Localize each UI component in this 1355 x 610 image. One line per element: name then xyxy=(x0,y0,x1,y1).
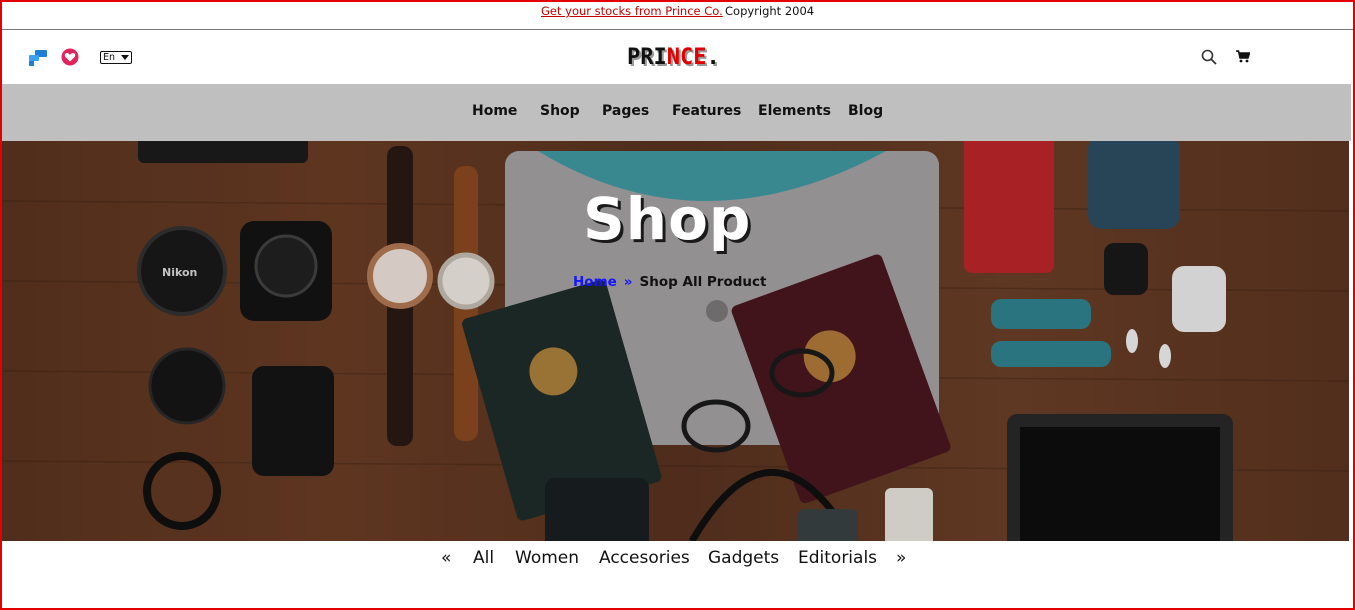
language-select[interactable]: En xyxy=(100,51,132,64)
share-icon[interactable] xyxy=(28,49,48,67)
tabs-prev-arrow[interactable]: « xyxy=(441,548,451,568)
chevron-down-icon xyxy=(121,55,129,60)
tab-editorials[interactable]: Editorials xyxy=(798,548,877,568)
top-strip: Get your stocks from Prince Co. Copyrigh… xyxy=(0,0,1355,30)
cart-icon[interactable] xyxy=(1236,50,1250,63)
search-icon[interactable] xyxy=(1201,49,1217,65)
hero-banner: Nikon Shop Home » Shop All Product xyxy=(2,141,1349,541)
nav-item-pages[interactable]: Pages xyxy=(602,103,649,119)
site-logo[interactable]: PRINCE. xyxy=(627,45,720,70)
breadcrumb-home-link[interactable]: Home xyxy=(573,274,617,290)
category-tabs: « All Women Accesories Gadgets Editorial… xyxy=(0,541,1355,576)
copyright-text: Copyright 2004 xyxy=(725,4,815,18)
breadcrumb: Home » Shop All Product xyxy=(573,274,766,290)
breadcrumb-current: Shop All Product xyxy=(639,274,767,290)
promo-link[interactable]: Get your stocks from Prince Co. xyxy=(541,4,723,18)
nav-item-elements[interactable]: Elements xyxy=(758,103,831,119)
tab-women[interactable]: Women xyxy=(515,548,579,568)
logo-dot: . xyxy=(706,45,720,70)
heart-icon[interactable] xyxy=(61,48,79,66)
tabs-next-arrow[interactable]: » xyxy=(896,548,906,568)
main-nav: Home Shop Pages Features Elements Blog xyxy=(2,84,1351,141)
tab-all[interactable]: All xyxy=(473,548,494,568)
page-title: Shop xyxy=(583,185,752,253)
tab-accesories[interactable]: Accesories xyxy=(599,548,690,568)
logo-text-2: NCE xyxy=(666,45,707,70)
tab-gadgets[interactable]: Gadgets xyxy=(708,548,779,568)
nav-item-home[interactable]: Home xyxy=(472,103,517,119)
breadcrumb-separator: » xyxy=(623,274,633,290)
language-value: En xyxy=(103,52,116,63)
nav-item-blog[interactable]: Blog xyxy=(848,103,883,119)
nav-item-shop[interactable]: Shop xyxy=(540,103,580,119)
nav-item-features[interactable]: Features xyxy=(672,103,741,119)
logo-text-1: PRI xyxy=(627,45,667,70)
